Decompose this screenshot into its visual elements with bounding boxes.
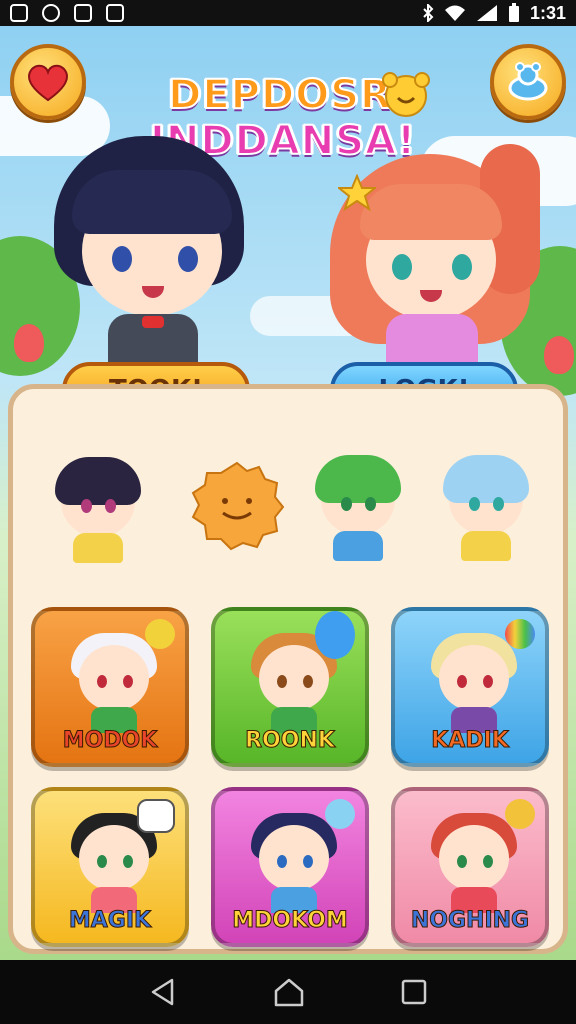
character-tile-roonk[interactable]: ROONK: [211, 607, 369, 767]
boy-character: [48, 136, 248, 366]
character-select-panel: MODOK ROONK KADIK MAGIK MDOKOM NOGHING: [8, 384, 568, 954]
mini-character-1[interactable]: [43, 449, 153, 569]
bluetooth-icon: [423, 4, 434, 22]
star-icon: [338, 174, 376, 212]
mini-character-3[interactable]: [431, 447, 541, 567]
logo-line-1: DEPDOSR: [167, 71, 392, 119]
heart-bubble-icon: [137, 799, 175, 833]
balloon-icon: [315, 611, 355, 659]
favorites-button[interactable]: [10, 44, 86, 120]
system-icons: 1:31: [422, 3, 566, 24]
magic-wand-icon: [325, 799, 355, 829]
character-tile-magik[interactable]: MAGIK: [31, 787, 189, 947]
signal-icon: [476, 5, 497, 21]
battery-icon: [508, 3, 519, 22]
tile-label: MAGIK: [68, 908, 152, 934]
character-tile-mdokom[interactable]: MDOKOM: [211, 787, 369, 947]
back-icon[interactable]: [148, 977, 178, 1007]
tile-label: MODOK: [62, 728, 158, 754]
cookie-creature-icon: [191, 461, 285, 551]
character-tile-noghing[interactable]: NOGHING: [391, 787, 549, 947]
character-tile-kadik[interactable]: KADIK: [391, 607, 549, 767]
profile-button[interactable]: [490, 44, 566, 120]
recents-icon[interactable]: [400, 978, 428, 1006]
notification-icons: [10, 4, 124, 22]
game-menu-scene: DEPDOSR INDDANSA! TOOK! LOGK!: [0, 26, 576, 960]
chrome-icon: [42, 4, 60, 22]
cat-icon: [106, 4, 124, 22]
heart-icon: [28, 64, 68, 102]
mini-cookie-creature[interactable]: [183, 451, 293, 571]
gallery-icon: [74, 4, 92, 22]
mini-character-2[interactable]: [303, 447, 413, 567]
balloon: [544, 336, 574, 374]
character-tile-modok[interactable]: MODOK: [31, 607, 189, 767]
tile-label: KADIK: [431, 728, 510, 754]
character-icon: [508, 62, 548, 101]
magic-wand-icon: [505, 799, 535, 829]
clock: 1:31: [529, 2, 566, 23]
system-nav-bar: [0, 960, 576, 1024]
balloon: [14, 324, 44, 362]
wifi-icon: [444, 5, 465, 21]
tile-label: MDOKOM: [232, 908, 349, 934]
tile-label: NOGHING: [410, 908, 530, 934]
status-bar: 1:31: [0, 0, 576, 26]
home-icon[interactable]: [273, 977, 305, 1007]
rainbow-wand-icon: [505, 619, 535, 649]
girl-character: [330, 144, 540, 364]
magic-wand-icon: [145, 619, 175, 649]
app-icon: [10, 4, 28, 22]
tile-label: ROONK: [245, 728, 336, 754]
bear-mascot-icon: [382, 72, 430, 117]
